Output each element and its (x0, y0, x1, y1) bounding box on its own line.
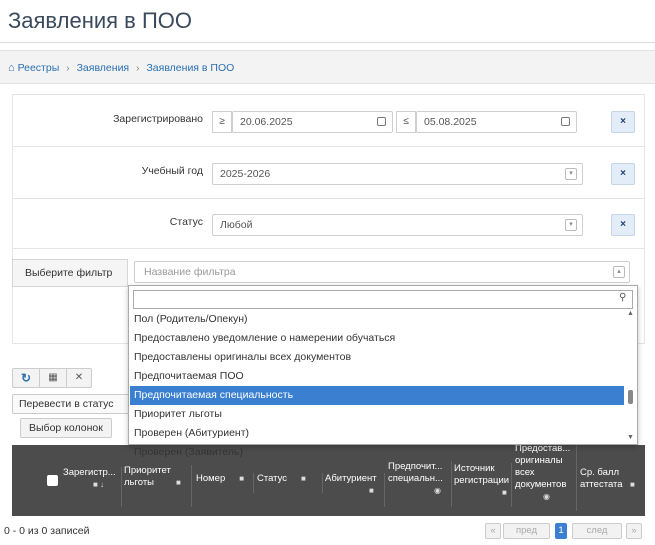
sort-icon[interactable]: ■ (369, 486, 374, 495)
date-from-input[interactable]: 20.06.2025 (232, 111, 393, 133)
column-label: Номер (196, 473, 226, 484)
column-label: Статус (257, 473, 288, 484)
grid-icon[interactable]: ▦ (39, 369, 66, 387)
prev-page-button[interactable]: пред (503, 523, 550, 539)
eye-icon[interactable]: ◉ (543, 492, 550, 501)
chevron-down-icon: ▾ (565, 168, 577, 180)
clear-status-button[interactable]: × (611, 214, 635, 236)
breadcrumb-registries[interactable]: Реестры (18, 62, 60, 74)
search-icon: ⚲ (619, 292, 627, 303)
dropdown-scrollbar[interactable]: ▲ ▼ (624, 310, 637, 444)
column-header-specialty[interactable]: Предпочит... специальн... ◉ (388, 461, 452, 507)
filter-row-year: Учебный год 2025-2026 ▾ × (13, 147, 644, 199)
current-page[interactable]: 1 (555, 523, 567, 539)
close-icon[interactable]: ✕ (66, 369, 91, 387)
sort-icon[interactable]: ■ (176, 478, 181, 487)
table-footer: 0 - 0 из 0 записей « пред 1 след » (0, 517, 655, 545)
filter-option[interactable]: Проверен (Абитуриент) (130, 424, 624, 443)
registered-label: Зарегистрировано (113, 113, 203, 125)
sort-icon[interactable]: ■ (502, 488, 507, 497)
records-count: 0 - 0 из 0 записей (4, 525, 90, 537)
columns-select-button[interactable]: Выбор колонок (20, 418, 112, 438)
filter-dropdown: ⚲ ▲ ▼ Пол (Родитель/Опекун) Предоставлено… (128, 285, 638, 458)
column-label: Ср. балл аттестата (580, 467, 623, 490)
toolbar-icon-group: ↻ ▦ ✕ (12, 368, 92, 388)
sort-icon[interactable]: ■ (630, 480, 635, 489)
filter-row-status: Статус Любой ▾ × (13, 199, 644, 249)
scroll-up-icon[interactable]: ▲ (627, 310, 634, 317)
scroll-down-icon[interactable]: ▼ (627, 434, 634, 441)
title-divider (0, 42, 655, 43)
filter-search-input[interactable] (133, 290, 633, 309)
first-page-button[interactable]: « (485, 523, 501, 539)
filter-option[interactable]: Предпочитаемая ПОО (130, 367, 624, 386)
filter-option[interactable]: Пол (Родитель/Опекун) (130, 310, 624, 329)
column-label: Предпочит... специальн... (388, 461, 443, 484)
column-label: Приоритет льготы (124, 465, 171, 488)
transfer-status-button[interactable]: Перевести в статус (12, 394, 130, 414)
year-select[interactable]: 2025-2026 (212, 163, 583, 185)
date-from-checkbox[interactable] (377, 117, 386, 126)
filter-option[interactable]: Проверен (Заявитель) (130, 443, 624, 462)
page-title: Заявления в ПОО (8, 8, 192, 33)
scrollbar-thumb[interactable] (628, 390, 633, 404)
breadcrumb-applications[interactable]: Заявления (77, 62, 130, 74)
filter-row-registered: Зарегистрировано ≥ 20.06.2025 ≤ 05.08.20… (13, 95, 644, 147)
select-all-checkbox[interactable] (47, 475, 58, 486)
eye-icon[interactable]: ◉ (434, 486, 441, 495)
column-header-status[interactable]: Статус ■ (257, 473, 323, 493)
filter-select-input[interactable]: Название фильтра (134, 261, 630, 283)
chevron-down-icon: ▾ (565, 219, 577, 231)
filter-option[interactable]: Предпочитаемая специальность (130, 386, 624, 405)
to-operator[interactable]: ≤ (396, 111, 416, 133)
column-label: Абитуриент (325, 473, 377, 484)
column-label: Источник регистрации (454, 463, 510, 486)
date-to-checkbox[interactable] (561, 117, 570, 126)
prev-label: пред (515, 525, 538, 536)
filter-select-label: Выберите фильтр (12, 259, 128, 287)
next-label: след (586, 525, 608, 536)
breadcrumb-current[interactable]: Заявления в ПОО (146, 62, 234, 74)
column-header-applicant[interactable]: Абитуриент ■ (325, 473, 385, 507)
column-label: Зарегистр... (63, 467, 116, 478)
sort-icon[interactable]: ■ (301, 474, 306, 483)
status-select[interactable]: Любой (212, 214, 583, 236)
refresh-icon[interactable]: ↻ (13, 369, 39, 387)
chevron-up-icon: ▴ (613, 266, 625, 278)
column-header-registered[interactable]: Зарегистр... ■ ↓ (61, 467, 122, 507)
column-header-number[interactable]: Номер ■ (196, 473, 254, 493)
column-header-source[interactable]: Источник регистрации ■ (454, 463, 512, 507)
breadcrumb-separator: › (136, 62, 140, 74)
column-header-grade[interactable]: Ср. балл аттестата ■ (580, 467, 642, 507)
filter-option[interactable]: Предоставлено уведомление о намерении об… (130, 329, 624, 348)
filter-option[interactable]: Предоставлены оригиналы всех документов (130, 348, 624, 367)
sort-icon[interactable]: ■ ↓ (93, 480, 104, 489)
home-icon[interactable]: ⌂ (8, 62, 15, 74)
next-page-button[interactable]: след (572, 523, 622, 539)
sort-icon[interactable]: ■ (239, 474, 244, 483)
breadcrumb: ⌂ Реестры › Заявления › Заявления в ПОО (0, 50, 655, 84)
column-header-priority[interactable]: Приоритет льготы ■ (124, 465, 192, 507)
year-label: Учебный год (141, 165, 203, 177)
status-label: Статус (169, 216, 203, 228)
breadcrumb-separator: › (66, 62, 70, 74)
filter-option[interactable]: Приоритет льготы (130, 405, 624, 424)
clear-year-button[interactable]: × (611, 163, 635, 185)
date-to-input[interactable]: 05.08.2025 (416, 111, 577, 133)
last-page-button[interactable]: » (626, 523, 642, 539)
clear-registered-button[interactable]: × (611, 111, 635, 133)
from-operator[interactable]: ≥ (212, 111, 232, 133)
